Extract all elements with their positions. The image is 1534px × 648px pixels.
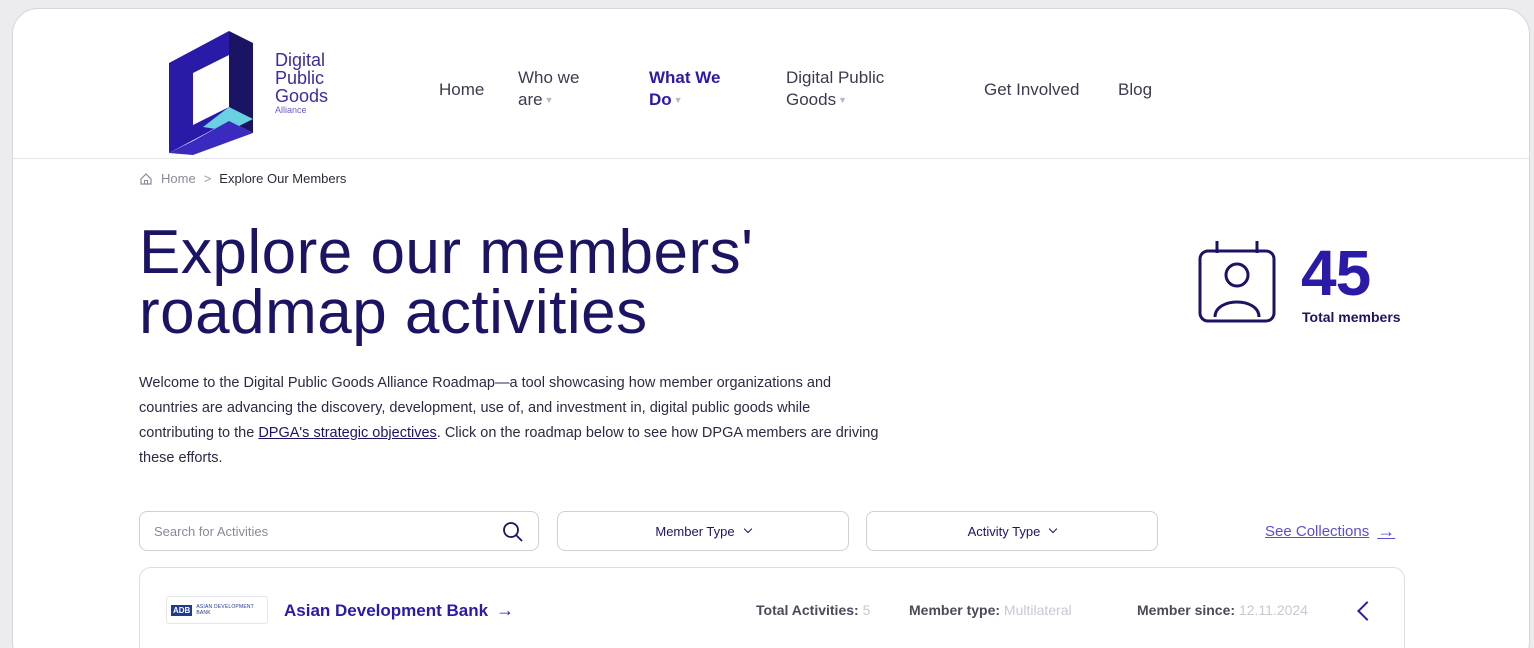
logo-line-1: Digital	[275, 50, 326, 70]
nav-digital-public-goods[interactable]: Digital Public Goods ▼	[786, 67, 884, 111]
arrow-right-icon: →	[496, 600, 515, 620]
breadcrumb-separator: >	[203, 171, 212, 186]
chevron-down-icon	[1049, 524, 1058, 534]
member-type: Member type: Multilateral	[909, 602, 1072, 618]
total-activities: Total Activities: 5	[756, 602, 870, 618]
search-icon[interactable]	[502, 521, 524, 543]
dpga-logo-mark-icon	[169, 31, 253, 155]
member-type-label: Member Type	[655, 523, 735, 539]
member-card[interactable]: ADB ASIAN DEVELOPMENT BANK Asian Develop…	[139, 567, 1405, 648]
member-type-dropdown[interactable]: Member Type	[557, 511, 849, 551]
logo-line-3: Goods	[275, 86, 329, 106]
nav-what-line-1: What We	[649, 68, 721, 87]
activity-type-label: Activity Type	[967, 523, 1041, 539]
breadcrumb-home-link[interactable]: Home	[161, 171, 196, 186]
page-title-line-2: roadmap activities	[139, 278, 648, 347]
nav-who-we-are[interactable]: Who we are ▼	[518, 67, 579, 111]
search-input[interactable]	[154, 512, 484, 550]
member-since: Member since: 12.11.2024	[1137, 602, 1308, 618]
member-logo-mark: ADB	[171, 604, 193, 616]
chevron-down-icon	[743, 524, 752, 534]
member-type-value: Multilateral	[1003, 602, 1072, 618]
member-name: Asian Development Bank	[284, 600, 489, 620]
breadcrumb-current: Explore Our Members	[219, 171, 347, 186]
nav-blog[interactable]: Blog	[1118, 79, 1152, 101]
page-frame: Digital Public Goods Alliance Home Who w…	[12, 8, 1530, 648]
nav-what-we-do[interactable]: What We Do ▼	[649, 67, 720, 111]
member-since-value: 12.11.2024	[1238, 602, 1308, 618]
logo-line-2: Public	[275, 68, 325, 88]
home-icon	[140, 172, 152, 185]
member-since-label: Member since:	[1137, 602, 1236, 618]
caret-down-icon: ▼	[544, 95, 554, 105]
total-members-value: 45	[1301, 237, 1371, 309]
member-name-link[interactable]: Asian Development Bank →	[284, 600, 514, 621]
arrow-right-icon: →	[1377, 521, 1396, 541]
page-title-line-1: Explore our members'	[139, 218, 754, 287]
activity-type-dropdown[interactable]: Activity Type	[866, 511, 1158, 551]
logo-sub: Alliance	[275, 105, 307, 115]
dpga-logo[interactable]: Digital Public Goods Alliance	[163, 23, 343, 155]
chevron-left-icon[interactable]	[1357, 601, 1377, 621]
strategic-objectives-link[interactable]: DPGA's strategic objectives	[258, 425, 436, 441]
nav-who-line-2: are	[518, 90, 543, 109]
nav-dpg-line-2: Goods	[786, 90, 837, 109]
logo-wordmark: Digital Public Goods Alliance	[275, 51, 328, 116]
page-title: Explore our members' roadmap activities	[139, 218, 899, 347]
nav-what-line-2: Do	[649, 90, 672, 109]
total-members-label: Total members	[1302, 309, 1401, 325]
see-collections-label: See Collections	[1265, 523, 1370, 540]
total-activities-value: 5	[862, 602, 871, 618]
nav-dpg-line-1: Digital Public	[786, 68, 885, 87]
total-activities-label: Total Activities:	[756, 602, 859, 618]
breadcrumb: Home > Explore Our Members	[139, 171, 346, 186]
activity-search	[139, 511, 539, 551]
member-logo: ADB ASIAN DEVELOPMENT BANK	[166, 596, 268, 624]
see-collections-link[interactable]: See Collections →	[1265, 521, 1395, 542]
member-badge-icon	[1198, 241, 1276, 323]
member-logo-text: ASIAN DEVELOPMENT BANK	[196, 604, 254, 616]
nav-home[interactable]: Home	[439, 79, 484, 101]
intro-paragraph: Welcome to the Digital Public Goods Alli…	[139, 371, 889, 471]
caret-down-icon: ▼	[838, 95, 848, 105]
caret-down-icon: ▼	[673, 95, 683, 105]
site-header: Digital Public Goods Alliance Home Who w…	[13, 9, 1529, 159]
member-type-meta-label: Member type:	[909, 602, 1001, 618]
nav-who-line-1: Who we	[518, 68, 580, 87]
nav-get-involved[interactable]: Get Involved	[984, 79, 1079, 101]
